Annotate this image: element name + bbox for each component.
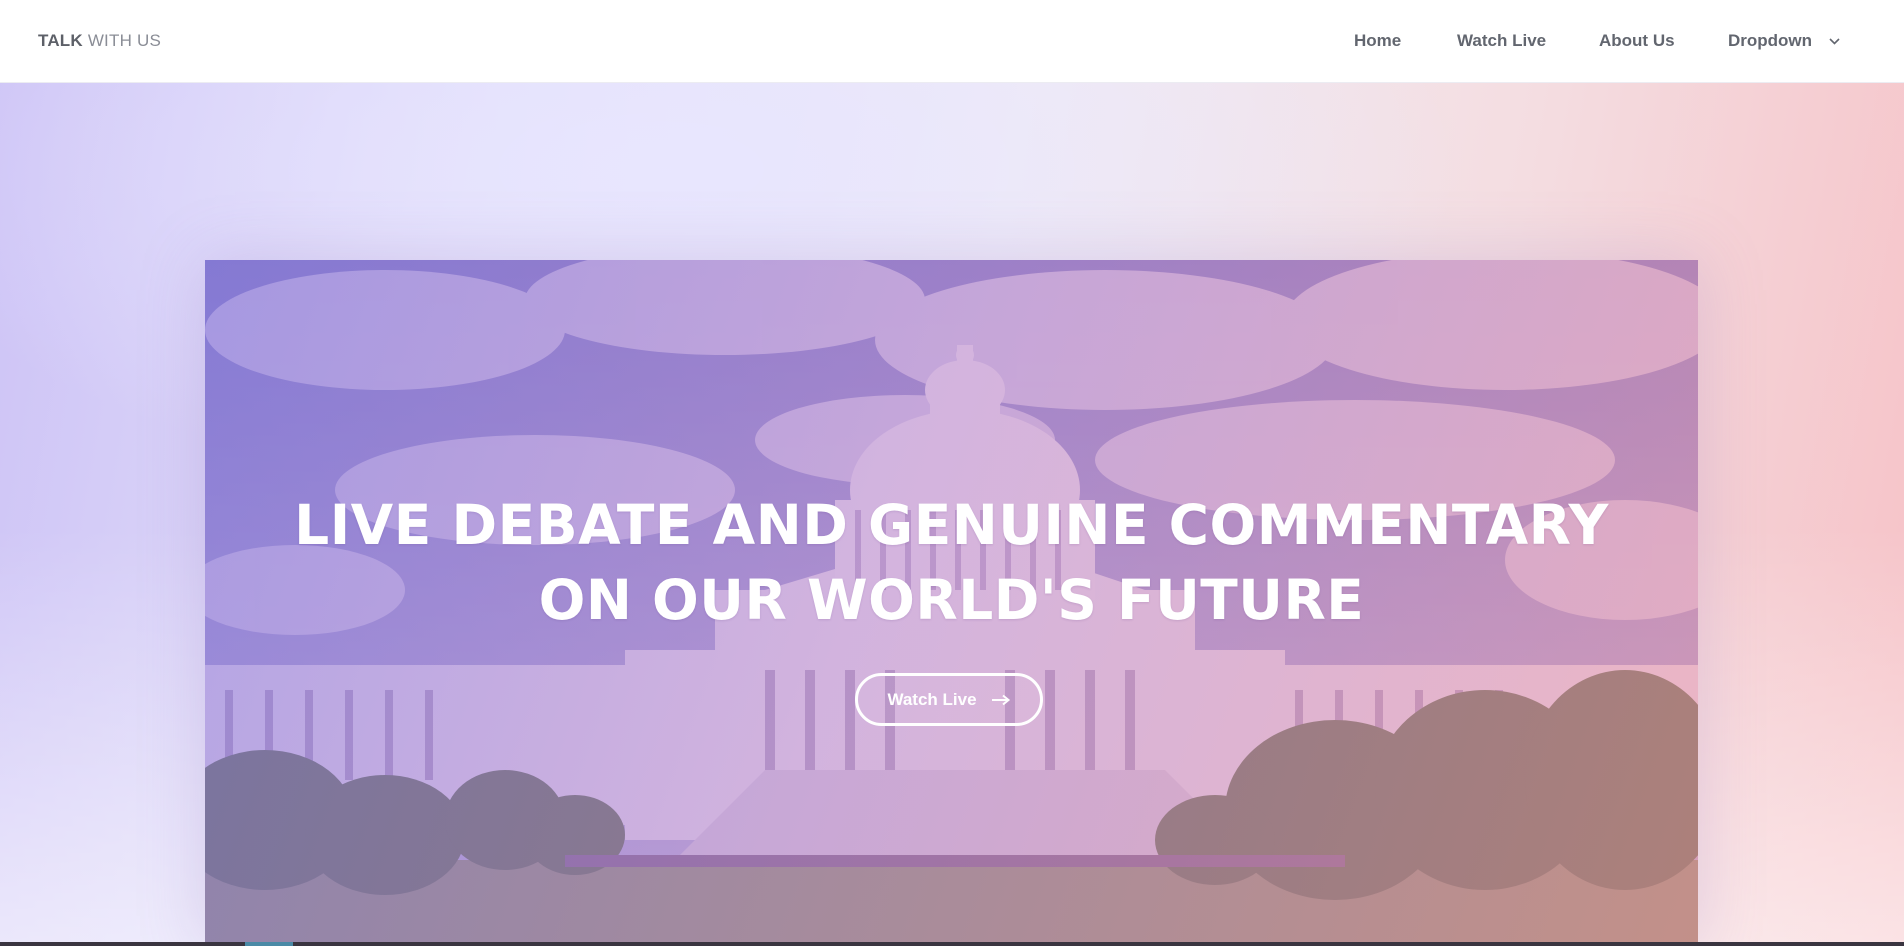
bottom-edge-chip xyxy=(245,942,293,946)
nav-dropdown-label: Dropdown xyxy=(1728,31,1813,50)
navbar: TALK WITH US Home Watch Live About Us Dr… xyxy=(0,0,1904,83)
brand-bold: TALK xyxy=(38,31,83,50)
watch-live-button[interactable]: Watch Live xyxy=(855,673,1043,726)
nav-watch-live-link[interactable]: Watch Live xyxy=(1457,31,1546,51)
chevron-down-icon xyxy=(1829,37,1840,45)
hero-headline-line-2: ON OUR WORLD'S FUTURE xyxy=(538,568,1365,632)
brand-logo[interactable]: TALK WITH US xyxy=(38,30,161,52)
arrow-right-icon xyxy=(991,694,1010,705)
watch-live-button-label: Watch Live xyxy=(887,689,977,709)
nav-dropdown-toggle[interactable]: Dropdown xyxy=(1728,31,1841,51)
nav-about-link[interactable]: About Us xyxy=(1599,31,1675,51)
hero-card: LIVE DEBATE AND GENUINE COMMENTARY ON OU… xyxy=(205,260,1698,946)
hero-headline: LIVE DEBATE AND GENUINE COMMENTARY ON OU… xyxy=(205,488,1698,638)
nav-home-link[interactable]: Home xyxy=(1354,31,1401,51)
brand-light: WITH US xyxy=(87,31,161,50)
bottom-edge xyxy=(0,942,1904,946)
hero-headline-line-1: LIVE DEBATE AND GENUINE COMMENTARY xyxy=(294,493,1609,557)
